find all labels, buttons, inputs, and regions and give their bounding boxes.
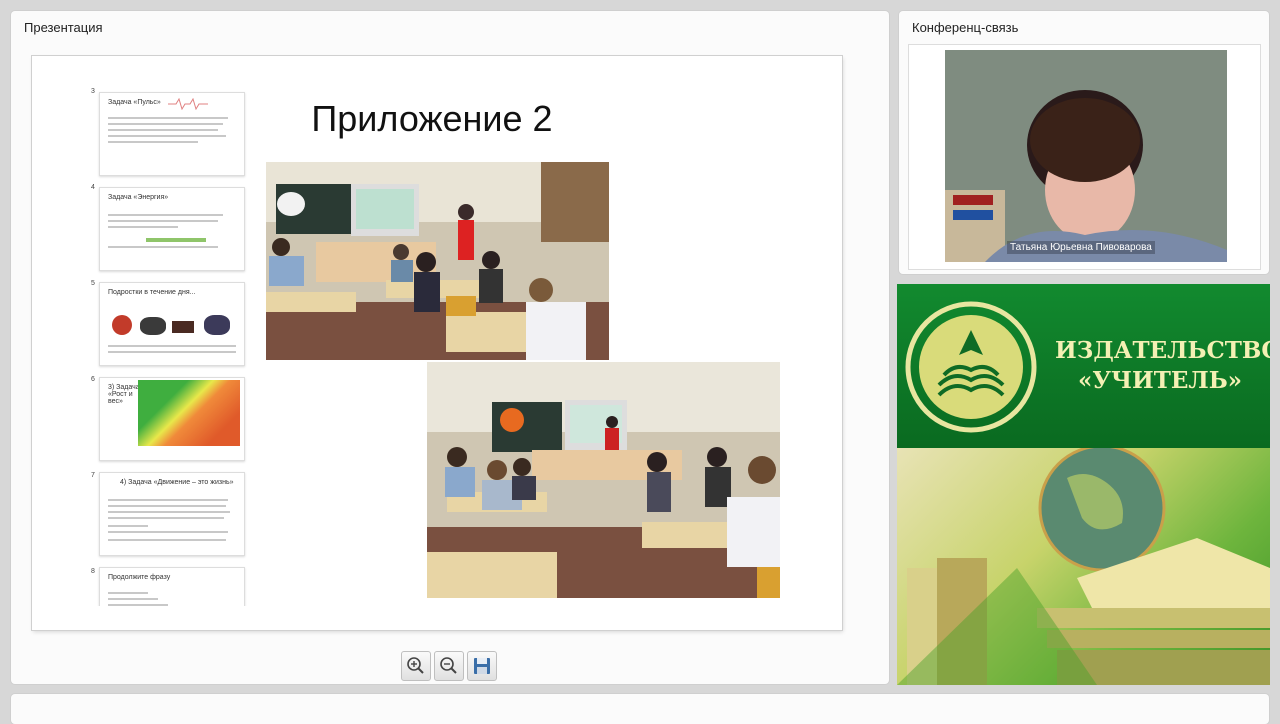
presentation-panel-title: Презентация [24, 20, 103, 35]
slide-canvas: 3 Задача «Пульс» 4 Задача «Энергия» 5 По… [32, 56, 842, 630]
thumb-number: 3 [91, 88, 95, 95]
save-button[interactable] [467, 651, 497, 681]
thumb-number: 5 [91, 280, 95, 287]
thumbnail-title: Задача «Энергия» [108, 194, 169, 201]
thumbnail-slide[interactable]: 4) Задача «Движение – это жизнь» [99, 472, 245, 556]
zoom-out-button[interactable] [434, 651, 464, 681]
classroom-photo-2 [427, 362, 780, 598]
thumbnail-slide[interactable]: Подростки в течение дня... [99, 282, 245, 366]
pulse-icon [168, 98, 208, 110]
thumb-number: 7 [91, 472, 95, 479]
zoom-out-icon [440, 657, 457, 674]
thumb-number: 8 [91, 568, 95, 575]
save-icon [474, 658, 490, 674]
slide-title: Приложение 2 [311, 98, 553, 139]
participant-name: Татьяна Юрьевна Пивоварова [1007, 241, 1155, 254]
thumbnail-title: Подростки в течение дня... [108, 289, 196, 296]
slide-thumbnails[interactable]: 3 Задача «Пульс» 4 Задача «Энергия» 5 По… [87, 86, 247, 606]
publisher-banner[interactable]: ИЗДАТЕЛЬСТВО «УЧИТЕЛЬ» [897, 284, 1270, 685]
classroom-photo-1 [266, 162, 609, 360]
publisher-logo-icon [905, 301, 1037, 433]
presentation-panel: Презентация 3 Задача «Пульс» 4 Задача «Э… [11, 11, 889, 684]
publisher-name-line1: ИЗДАТЕЛЬСТВО [1055, 337, 1270, 364]
thumbnail-slide[interactable]: 3) Задача «Рост и вес» [99, 377, 245, 461]
webcam-video[interactable]: Татьяна Юрьевна Пивоварова [945, 50, 1227, 262]
zoom-in-button[interactable] [401, 651, 431, 681]
thumbnail-slide[interactable]: Задача «Пульс» [99, 92, 245, 176]
thumbnail-title: Продолжите фразу [108, 574, 171, 581]
publisher-name-line2: «УЧИТЕЛЬ» [1077, 367, 1243, 394]
thumbnail-slide[interactable]: Продолжите фразу [99, 567, 245, 606]
thumb-number: 6 [91, 376, 95, 383]
conference-panel-title: Конференц-связь [912, 20, 1019, 35]
thumb-number: 4 [91, 184, 95, 191]
thumbnail-slide[interactable]: Задача «Энергия» [99, 187, 245, 271]
books-globe-image [897, 444, 1270, 685]
zoom-in-icon [407, 657, 424, 674]
thumbnail-title: 4) Задача «Движение – это жизнь» [120, 479, 234, 486]
